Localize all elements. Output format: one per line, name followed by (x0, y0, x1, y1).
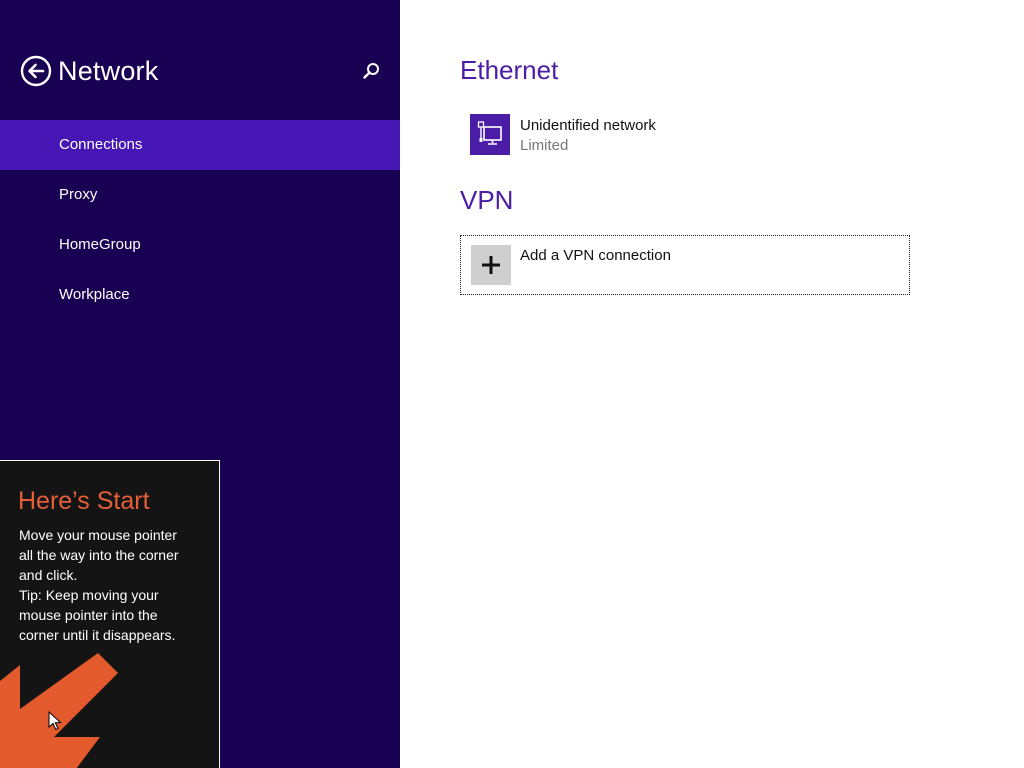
ethernet-network-item[interactable]: Unidentified network Limited (470, 114, 770, 156)
tip-title: Here’s Start (18, 487, 150, 515)
sidebar-header: Network (20, 54, 390, 88)
settings-sidebar: Network Connections Proxy HomeGroup Work… (0, 0, 400, 768)
tip-line: Move your mouse pointer (19, 527, 177, 543)
search-icon[interactable] (360, 60, 382, 82)
add-vpn-label: Add a VPN connection (520, 247, 671, 264)
start-tip-panel: Here’s Start Move your mouse pointer all… (0, 460, 220, 768)
corner-arrow-icon (0, 653, 118, 768)
sidebar-item-workplace[interactable]: Workplace (0, 270, 400, 320)
back-arrow-icon[interactable] (20, 55, 52, 87)
vpn-heading: VPN (460, 185, 514, 215)
tip-line: mouse pointer into the (19, 607, 158, 623)
sidebar-item-label: HomeGroup (59, 236, 141, 253)
sidebar-item-label: Workplace (59, 286, 130, 303)
network-name: Unidentified network (520, 117, 656, 134)
sidebar-item-label: Proxy (59, 186, 98, 203)
ethernet-network-icon (470, 114, 510, 155)
sidebar-nav: Connections Proxy HomeGroup Workplace (0, 120, 400, 320)
ethernet-heading: Ethernet (460, 55, 559, 85)
plus-icon (471, 245, 511, 285)
network-status: Limited (520, 137, 569, 154)
tip-line: all the way into the corner (19, 547, 179, 563)
sidebar-item-proxy[interactable]: Proxy (0, 170, 400, 220)
sidebar-item-connections[interactable]: Connections (0, 120, 400, 170)
add-vpn-connection-button[interactable]: Add a VPN connection (460, 235, 910, 295)
sidebar-item-label: Connections (59, 136, 143, 153)
sidebar-title: Network (58, 56, 159, 86)
tip-line: and click. (19, 567, 78, 583)
sidebar-item-homegroup[interactable]: HomeGroup (0, 220, 400, 270)
tip-body: Move your mouse pointer all the way into… (19, 525, 209, 645)
tip-line: Tip: Keep moving your (19, 587, 159, 603)
network-content: Ethernet Unidentified network Limited VP… (400, 0, 1024, 768)
mouse-pointer-icon (48, 711, 62, 731)
